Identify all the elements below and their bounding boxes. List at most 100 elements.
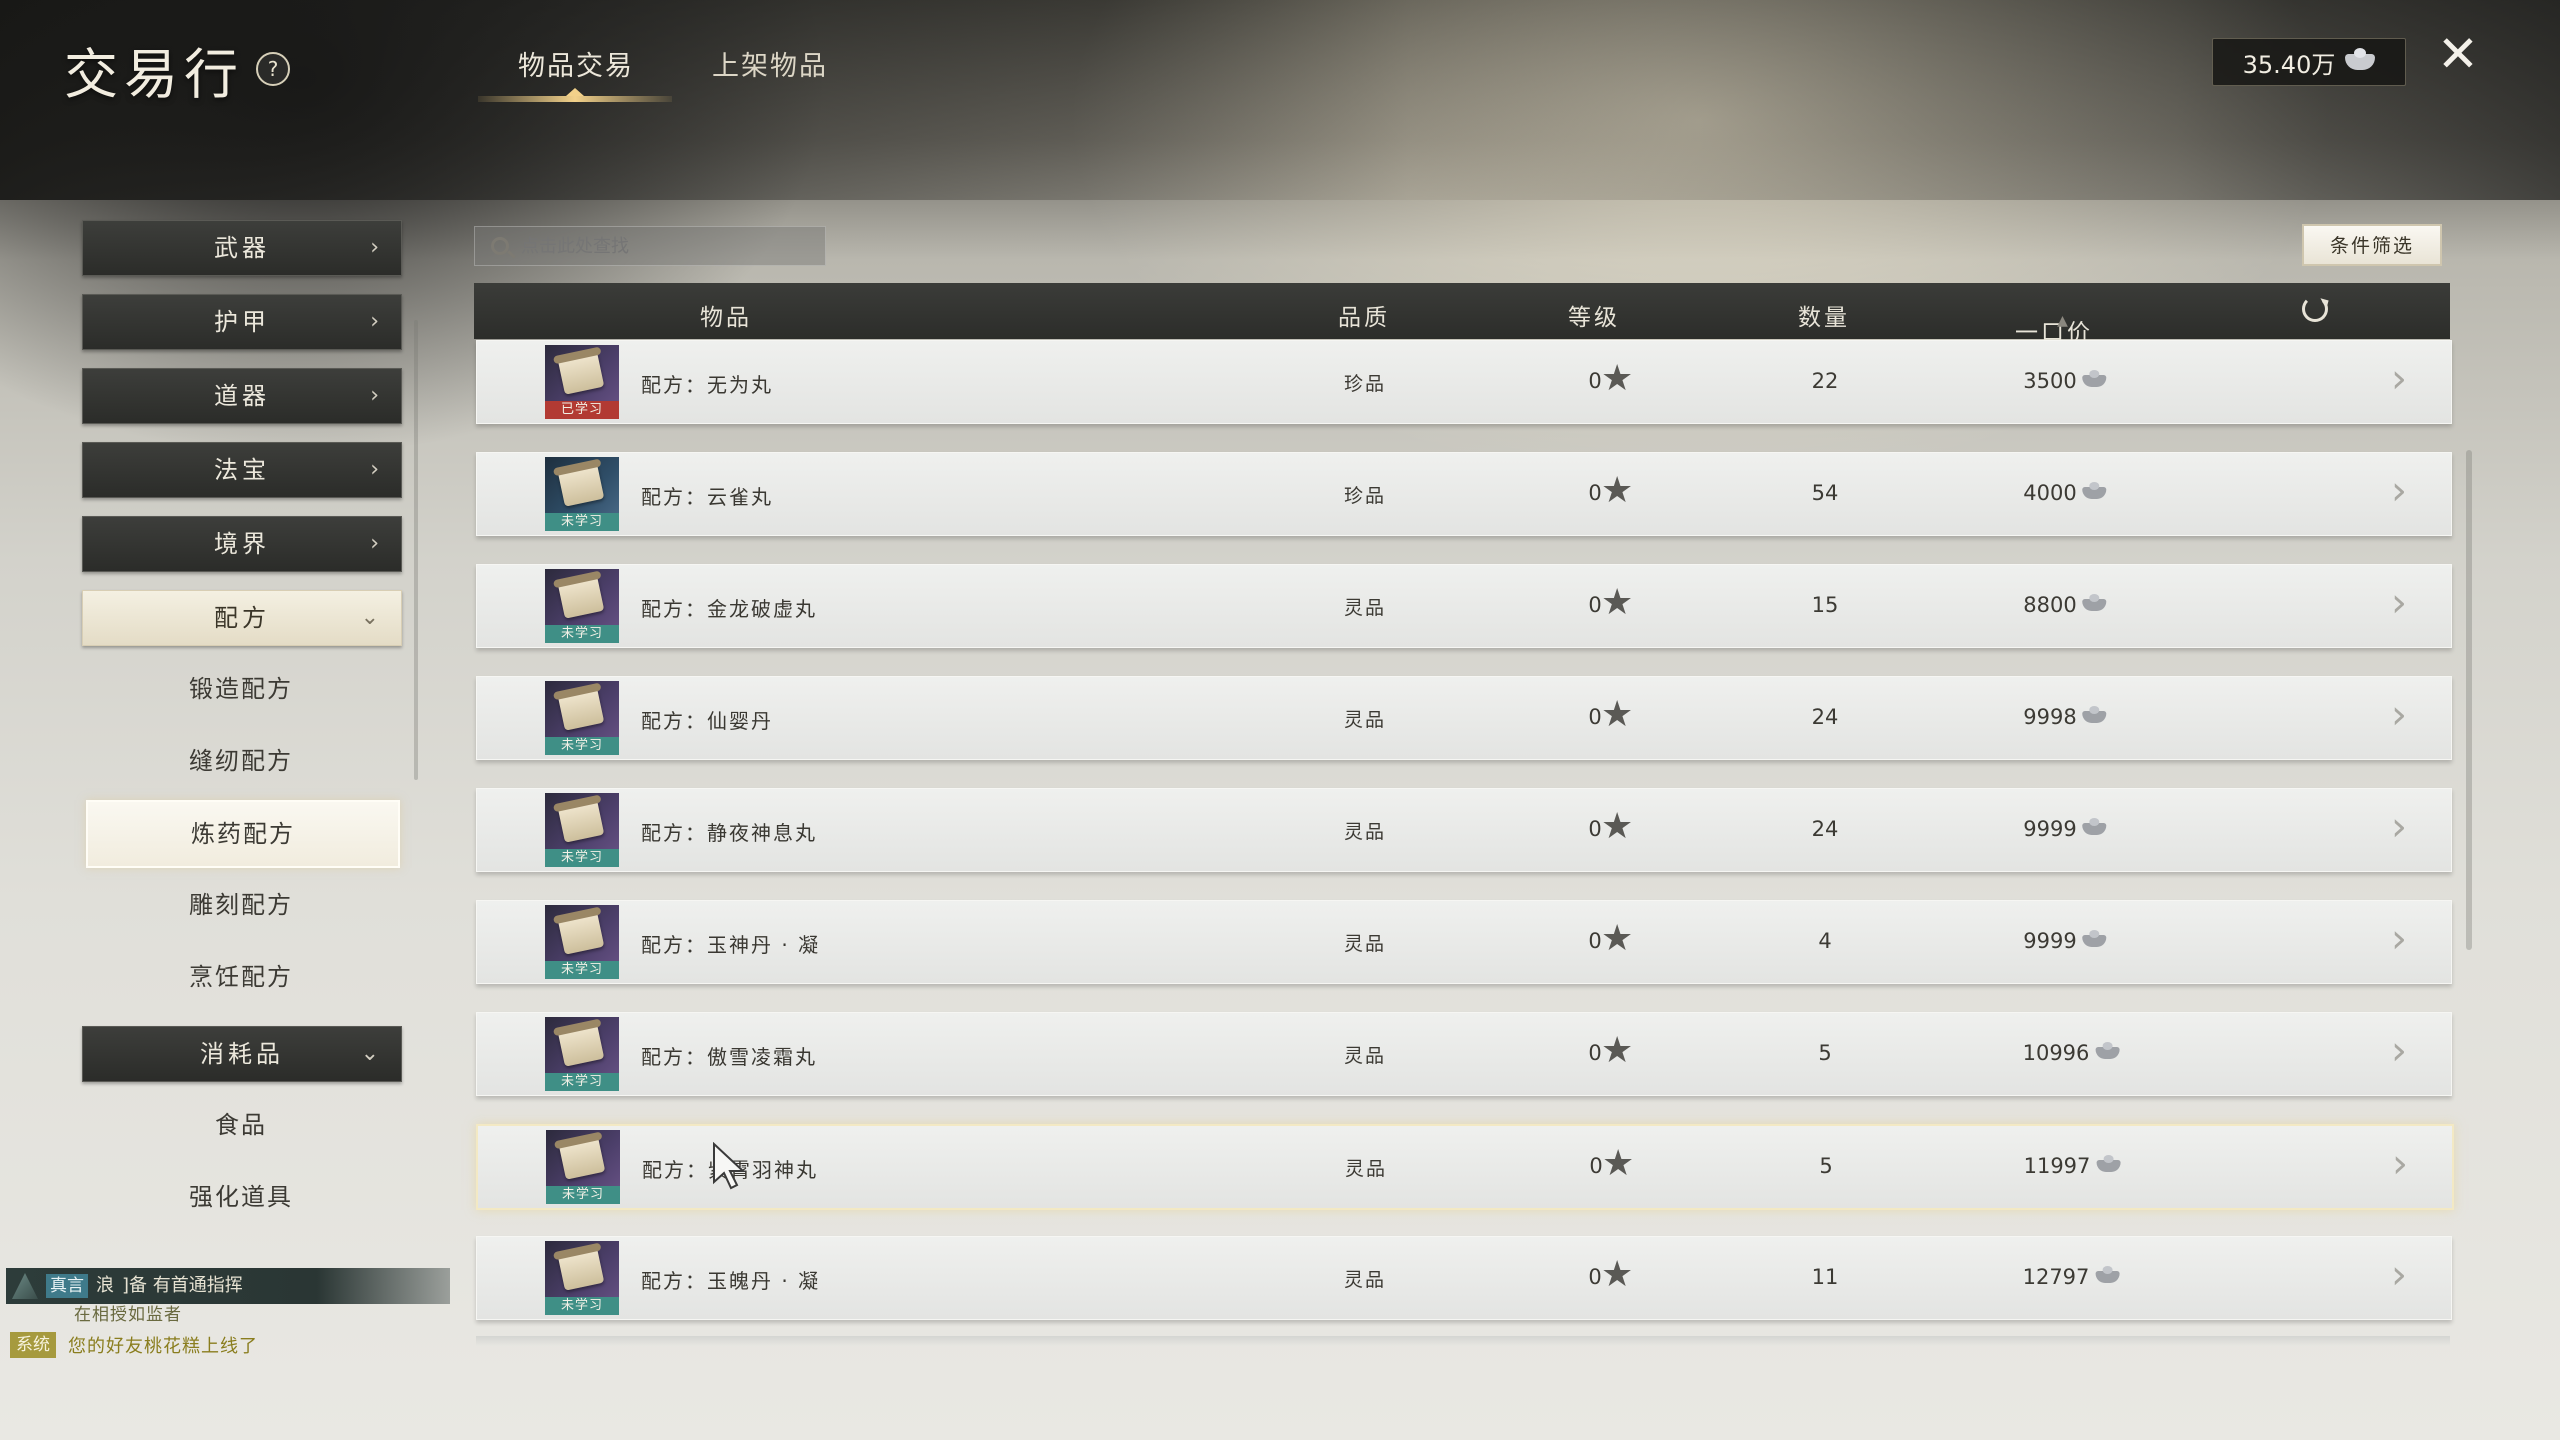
item-quantity: 11 xyxy=(1811,1265,1839,1289)
category-label: 配方 xyxy=(214,604,270,632)
subcategory-cooking-recipes[interactable]: 烹饪配方 xyxy=(86,944,396,1010)
category-label: 道器 xyxy=(214,382,270,410)
table-row[interactable]: 未学习 配方：静夜神息丸 灵品 0 24 9999 ★ › xyxy=(476,788,2452,872)
table-row[interactable]: 已学习 配方：无为丸 珍品 0 22 3500 ★ › xyxy=(476,340,2452,424)
silver-ingot-icon xyxy=(2082,706,2107,723)
price-value: 9999 xyxy=(2023,817,2077,841)
sort-ascending-icon: ▲ xyxy=(2057,313,2071,329)
item-quantity: 5 xyxy=(1818,1041,1832,1065)
currency-balance: 35.40万 xyxy=(2212,38,2406,86)
favorite-star-icon[interactable]: ★ xyxy=(1602,1144,1634,1184)
category-tools[interactable]: 道器 › xyxy=(82,368,402,424)
subcategory-alchemy-recipes[interactable]: 炼药配方 xyxy=(86,800,400,868)
favorite-star-icon[interactable]: ★ xyxy=(1601,1031,1633,1071)
table-row[interactable]: 未学习 配方：玉魄丹 · 凝 灵品 0 11 12797 ★ › xyxy=(476,1236,2452,1320)
chevron-right-icon[interactable]: › xyxy=(2391,355,2407,403)
column-header-level[interactable]: 等级 xyxy=(1568,298,1620,332)
help-icon[interactable]: ? xyxy=(256,52,290,86)
column-header-item: 物品 xyxy=(700,305,752,331)
tab-list-items[interactable]: 上架物品 xyxy=(712,44,828,83)
item-price: 9999 xyxy=(2023,929,2107,953)
favorite-star-icon[interactable]: ★ xyxy=(1601,1255,1633,1295)
table-row[interactable]: 未学习 配方：仙婴丹 灵品 0 24 9998 ★ › xyxy=(476,676,2452,760)
category-realm[interactable]: 境界 › xyxy=(82,516,402,572)
item-quality: 灵品 xyxy=(1343,709,1387,731)
table-row[interactable]: 未学习 配方：金龙破虚丸 灵品 0 15 8800 ★ › xyxy=(476,564,2452,648)
item-level: 0 xyxy=(1588,817,1602,841)
silver-ingot-icon xyxy=(2082,482,2107,499)
subcategory-enhancement-items[interactable]: 强化道具 xyxy=(86,1164,396,1230)
column-header-quality[interactable]: 品质 xyxy=(1338,298,1390,332)
category-weapons[interactable]: 武器 › xyxy=(82,220,402,276)
unlearned-status-badge: 未学习 xyxy=(545,1297,619,1315)
column-header-quantity[interactable]: 数量 xyxy=(1798,298,1850,332)
table-row[interactable]: 未学习 配方：紫霄羽神丸 灵品 0 5 11997 ★ › xyxy=(476,1124,2454,1210)
unlearned-status-badge: 未学习 xyxy=(545,1073,619,1091)
category-label: 护甲 xyxy=(214,308,270,336)
filter-button[interactable]: 条件筛选 xyxy=(2302,224,2442,266)
category-label: 武器 xyxy=(214,234,270,262)
item-quality: 珍品 xyxy=(1343,373,1387,395)
recipe-scroll-thumbnail: 未学习 xyxy=(545,1017,619,1091)
subcategory-forging-recipes[interactable]: 锻造配方 xyxy=(86,656,396,722)
chevron-right-icon[interactable]: › xyxy=(2391,803,2407,851)
favorite-star-icon[interactable]: ★ xyxy=(1601,471,1633,511)
chat-guild-tag: 浪 xyxy=(96,1275,114,1296)
chevron-right-icon[interactable]: › xyxy=(2391,579,2407,627)
item-level: 0 xyxy=(1588,705,1602,729)
category-treasures[interactable]: 法宝 › xyxy=(82,442,402,498)
recipe-scroll-thumbnail: 未学习 xyxy=(545,905,619,979)
unlearned-status-badge: 未学习 xyxy=(545,961,619,979)
sidebar-scrollbar[interactable] xyxy=(414,320,418,780)
category-label: 消耗品 xyxy=(200,1040,284,1068)
silver-ingot-icon xyxy=(2082,594,2107,611)
item-price: 8800 xyxy=(2023,593,2107,617)
favorite-star-icon[interactable]: ★ xyxy=(1601,695,1633,735)
category-consumables[interactable]: 消耗品 ⌄ xyxy=(82,1026,402,1082)
scroll-icon xyxy=(557,1247,605,1291)
chevron-right-icon[interactable]: › xyxy=(2391,915,2407,963)
tab-item-trade[interactable]: 物品交易 xyxy=(518,44,634,83)
search-box[interactable] xyxy=(474,226,826,266)
subcategory-food[interactable]: 食品 xyxy=(86,1092,396,1158)
item-quantity: 54 xyxy=(1811,481,1839,505)
favorite-star-icon[interactable]: ★ xyxy=(1601,583,1633,623)
item-price: 11997 xyxy=(2024,1154,2121,1178)
close-button[interactable]: ✕ xyxy=(2432,28,2484,80)
recipe-scroll-thumbnail: 未学习 xyxy=(545,569,619,643)
item-level: 0 xyxy=(1588,369,1602,393)
favorite-star-icon[interactable]: ★ xyxy=(1601,807,1633,847)
table-row[interactable]: 未学习 配方：玉神丹 · 凝 灵品 0 4 9999 ★ › xyxy=(476,900,2452,984)
chevron-right-icon[interactable]: › xyxy=(2392,1140,2408,1188)
recipe-scroll-thumbnail: 未学习 xyxy=(545,457,619,531)
refresh-icon[interactable] xyxy=(2302,296,2328,322)
system-channel-tag: 系统 xyxy=(10,1332,56,1358)
player-avatar-icon xyxy=(12,1273,38,1299)
item-quality: 灵品 xyxy=(1343,821,1387,843)
scroll-icon xyxy=(557,687,605,731)
item-level: 0 xyxy=(1588,1041,1602,1065)
subcategory-sewing-recipes[interactable]: 缝纫配方 xyxy=(86,728,396,794)
chevron-down-icon: ⌄ xyxy=(360,1041,383,1066)
category-armor[interactable]: 护甲 › xyxy=(82,294,402,350)
search-input[interactable] xyxy=(519,234,803,258)
subcategory-carving-recipes[interactable]: 雕刻配方 xyxy=(86,872,396,938)
item-level: 0 xyxy=(1588,481,1602,505)
chevron-right-icon[interactable]: › xyxy=(2391,467,2407,515)
category-recipes[interactable]: 配方 ⌄ xyxy=(82,590,402,646)
header-band xyxy=(0,0,2560,200)
recipe-scroll-thumbnail: 未学习 xyxy=(545,681,619,755)
silver-ingot-icon xyxy=(2082,930,2107,947)
item-price: 12797 xyxy=(2023,1265,2120,1289)
item-quality: 灵品 xyxy=(1343,597,1387,619)
recipe-scroll-thumbnail: 未学习 xyxy=(545,793,619,867)
table-row[interactable]: 未学习 配方：云雀丸 珍品 0 54 4000 ★ › xyxy=(476,452,2452,536)
table-row[interactable]: 未学习 配方：傲雪凌霜丸 灵品 0 5 10996 ★ › xyxy=(476,1012,2452,1096)
scroll-icon xyxy=(558,1136,606,1180)
chevron-right-icon[interactable]: › xyxy=(2391,1251,2407,1299)
chevron-right-icon[interactable]: › xyxy=(2391,691,2407,739)
favorite-star-icon[interactable]: ★ xyxy=(1601,919,1633,959)
chevron-right-icon[interactable]: › xyxy=(2391,1027,2407,1075)
table-scrollbar[interactable] xyxy=(2466,450,2472,950)
favorite-star-icon[interactable]: ★ xyxy=(1601,359,1633,399)
